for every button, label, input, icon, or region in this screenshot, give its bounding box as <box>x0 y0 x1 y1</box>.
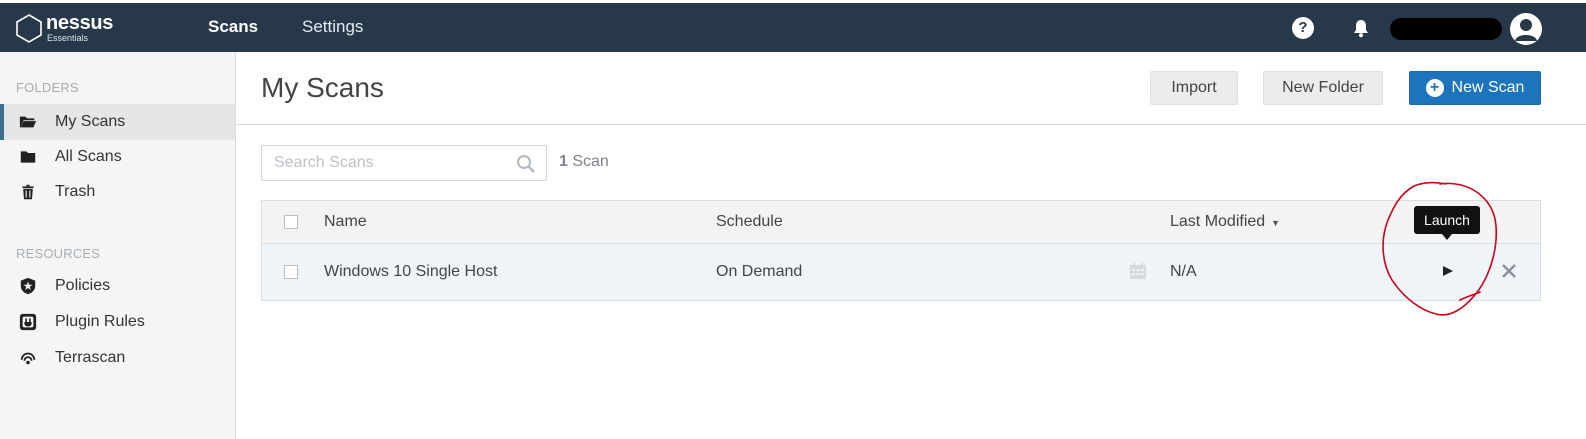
nav-scans[interactable]: Scans <box>208 17 258 37</box>
select-all-checkbox[interactable] <box>284 215 298 229</box>
calendar-icon[interactable] <box>1129 262 1147 280</box>
redacted-username[interactable] <box>1390 18 1502 40</box>
scan-schedule: On Demand <box>716 263 803 280</box>
search-input[interactable] <box>262 146 512 180</box>
column-header-last-modified[interactable]: Last Modified ▼ <box>1170 213 1280 231</box>
new-folder-button[interactable]: New Folder <box>1263 71 1383 105</box>
sidebar-item-label: Trash <box>55 183 96 200</box>
sidebar-item-plugin-rules[interactable]: Plugin Rules <box>0 304 235 340</box>
sidebar-item-all-scans[interactable]: All Scans <box>0 139 235 175</box>
nav-settings[interactable]: Settings <box>302 17 363 37</box>
header-divider <box>236 124 1586 125</box>
table-header: Name Schedule Last Modified ▼ <box>262 201 1540 244</box>
folders-heading: FOLDERS <box>16 80 79 95</box>
hexagon-logo-icon <box>16 14 42 43</box>
launch-tooltip: Launch <box>1414 206 1480 234</box>
search-box[interactable] <box>261 145 547 181</box>
shield-star-icon <box>18 276 38 296</box>
sidebar-item-label: Terrascan <box>55 349 126 366</box>
row-checkbox[interactable] <box>284 265 298 279</box>
search-icon[interactable] <box>516 154 536 174</box>
launch-play-icon[interactable] <box>1440 262 1456 280</box>
page-title: My Scans <box>261 72 384 103</box>
sort-desc-icon: ▼ <box>1271 218 1281 228</box>
folder-icon <box>18 147 38 167</box>
plus-circle-icon: + <box>1425 79 1444 97</box>
sidebar-item-trash[interactable]: Trash <box>0 174 235 210</box>
scan-count: 1 Scan <box>559 153 609 171</box>
tooltip-arrow <box>1442 234 1452 240</box>
new-scan-button[interactable]: + New Scan <box>1409 71 1541 105</box>
bell-icon[interactable] <box>1350 17 1372 39</box>
folder-open-icon <box>18 112 38 132</box>
nessus-logo[interactable]: nessus Essentials <box>14 10 113 46</box>
sidebar-item-label: My Scans <box>55 113 126 130</box>
main-content: My Scans Import New Folder + New Scan 1 … <box>236 52 1586 439</box>
help-icon[interactable]: ? <box>1292 17 1314 39</box>
scan-count-number: 1 <box>559 153 568 170</box>
sidebar-item-my-scans[interactable]: My Scans <box>0 104 235 140</box>
table-row[interactable]: Windows 10 Single Host On Demand N/A <box>262 244 1540 300</box>
import-button[interactable]: Import <box>1150 71 1238 105</box>
trash-icon <box>18 182 38 202</box>
sidebar: FOLDERS My Scans All Scans Trash RESOURC… <box>0 52 236 439</box>
sidebar-item-label: All Scans <box>55 148 122 165</box>
scans-table: Name Schedule Last Modified ▼ Windows 10 … <box>261 200 1541 301</box>
user-avatar-icon[interactable] <box>1510 13 1542 45</box>
new-scan-label: New Scan <box>1451 79 1525 96</box>
logo-name: nessus <box>46 12 114 34</box>
sidebar-item-policies[interactable]: Policies <box>0 268 235 304</box>
logo-edition: Essentials <box>47 33 89 43</box>
sidebar-item-label: Policies <box>55 277 111 294</box>
radar-icon <box>18 348 38 368</box>
column-header-name[interactable]: Name <box>324 213 367 231</box>
top-navbar: nessus Essentials Scans Settings ? <box>0 0 1586 52</box>
scan-name[interactable]: Windows 10 Single Host <box>324 263 497 281</box>
sidebar-item-label: Plugin Rules <box>55 313 145 330</box>
delete-x-icon[interactable] <box>1501 263 1517 279</box>
column-header-last-modified-label: Last Modified <box>1170 213 1266 230</box>
column-header-schedule[interactable]: Schedule <box>716 213 783 231</box>
scan-count-label: Scan <box>572 153 609 170</box>
plug-icon <box>18 312 38 332</box>
scan-last-modified: N/A <box>1170 263 1197 280</box>
resources-heading: RESOURCES <box>16 246 101 261</box>
sidebar-item-terrascan[interactable]: Terrascan <box>0 340 235 376</box>
